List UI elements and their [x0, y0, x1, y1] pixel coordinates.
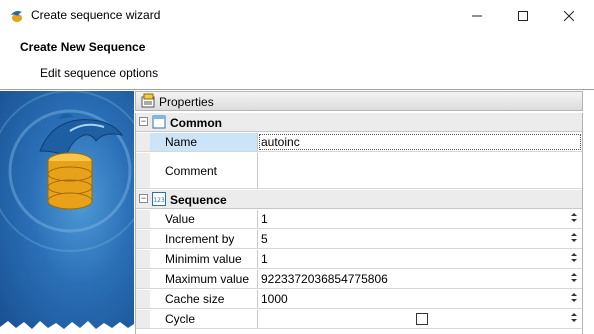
spin-up-icon[interactable]	[571, 233, 577, 236]
close-icon	[564, 11, 574, 21]
name-value-field[interactable]: autoinc	[258, 133, 582, 151]
comment-value-field[interactable]	[258, 153, 582, 188]
cycle-checkbox[interactable]	[416, 313, 428, 325]
app-dolphin-icon	[11, 11, 22, 22]
spin-down-icon[interactable]	[571, 319, 577, 322]
cycle-spinner[interactable]	[569, 312, 579, 326]
property-label: Increment by	[150, 230, 258, 248]
dolphin-database-logo	[0, 91, 134, 334]
minimum-spinner[interactable]	[569, 252, 579, 266]
property-row-maximum[interactable]: Maximum value 9223372036854775806	[136, 270, 582, 289]
property-row-value[interactable]: Value 1	[136, 210, 582, 229]
row-gutter	[136, 153, 150, 188]
spin-up-icon[interactable]	[571, 273, 577, 276]
increment-field[interactable]: 5	[258, 230, 582, 248]
minimize-icon	[472, 15, 482, 17]
spin-up-icon[interactable]	[571, 213, 577, 216]
property-label: Cycle	[150, 310, 258, 328]
property-row-minimum[interactable]: Minimim value 1	[136, 250, 582, 269]
cache-size-spinner[interactable]	[569, 292, 579, 306]
window-title: Create sequence wizard	[31, 8, 161, 22]
properties-icon	[141, 93, 155, 108]
spin-down-icon[interactable]	[571, 219, 577, 222]
properties-title: Properties	[159, 95, 214, 109]
spin-up-icon[interactable]	[571, 313, 577, 316]
common-category-icon	[152, 115, 166, 129]
value-field[interactable]: 1	[258, 210, 582, 228]
property-row-comment[interactable]: Comment	[136, 153, 582, 189]
cycle-value-cell	[258, 310, 582, 328]
row-gutter	[136, 310, 150, 328]
title-bar: Create sequence wizard	[0, 0, 594, 32]
collapse-sequence-toggle[interactable]: −	[139, 194, 148, 203]
property-label: Name	[150, 133, 258, 151]
cache-size-field[interactable]: 1000	[258, 290, 582, 308]
close-button[interactable]	[546, 0, 592, 32]
property-label: Comment	[150, 153, 258, 188]
spin-down-icon[interactable]	[571, 239, 577, 242]
spin-down-icon[interactable]	[571, 299, 577, 302]
property-row-cache-size[interactable]: Cache size 1000	[136, 290, 582, 309]
increment-spinner[interactable]	[569, 232, 579, 246]
spin-down-icon[interactable]	[571, 279, 577, 282]
sequence-123-icon: 123	[152, 192, 166, 206]
row-gutter	[136, 250, 150, 268]
maximize-button[interactable]	[500, 0, 546, 32]
svg-text:123: 123	[153, 197, 165, 204]
wizard-side-image	[0, 91, 134, 334]
category-label: Common	[170, 116, 222, 130]
row-gutter	[136, 230, 150, 248]
minimize-button[interactable]	[454, 0, 500, 32]
category-sequence[interactable]: − 123 Sequence	[136, 190, 582, 209]
value-spinner[interactable]	[569, 212, 579, 226]
maximum-field[interactable]: 9223372036854775806	[258, 270, 582, 288]
wizard-header: Create New Sequence Edit sequence option…	[0, 32, 594, 90]
property-row-cycle[interactable]: Cycle	[136, 310, 582, 329]
maximum-spinner[interactable]	[569, 272, 579, 286]
property-label: Value	[150, 210, 258, 228]
maximize-icon	[518, 11, 528, 21]
wizard-step-title: Create New Sequence	[20, 40, 146, 54]
property-label: Maximum value	[150, 270, 258, 288]
row-gutter	[136, 270, 150, 288]
collapse-common-toggle[interactable]: −	[139, 117, 148, 126]
category-label: Sequence	[170, 193, 227, 207]
spin-up-icon[interactable]	[571, 253, 577, 256]
properties-panel-header: Properties	[135, 91, 583, 111]
spin-down-icon[interactable]	[571, 259, 577, 262]
wizard-step-subtitle: Edit sequence options	[40, 66, 159, 80]
category-common[interactable]: − Common	[136, 113, 582, 132]
row-gutter	[136, 290, 150, 308]
property-row-name[interactable]: Name autoinc	[136, 133, 582, 152]
property-row-increment[interactable]: Increment by 5	[136, 230, 582, 249]
property-label: Minimim value	[150, 250, 258, 268]
spin-up-icon[interactable]	[571, 293, 577, 296]
minimum-field[interactable]: 1	[258, 250, 582, 268]
property-label: Cache size	[150, 290, 258, 308]
row-gutter	[136, 210, 150, 228]
row-gutter	[136, 133, 150, 151]
property-grid: − Common Name autoinc Comment − 123 Sequ…	[135, 113, 583, 334]
